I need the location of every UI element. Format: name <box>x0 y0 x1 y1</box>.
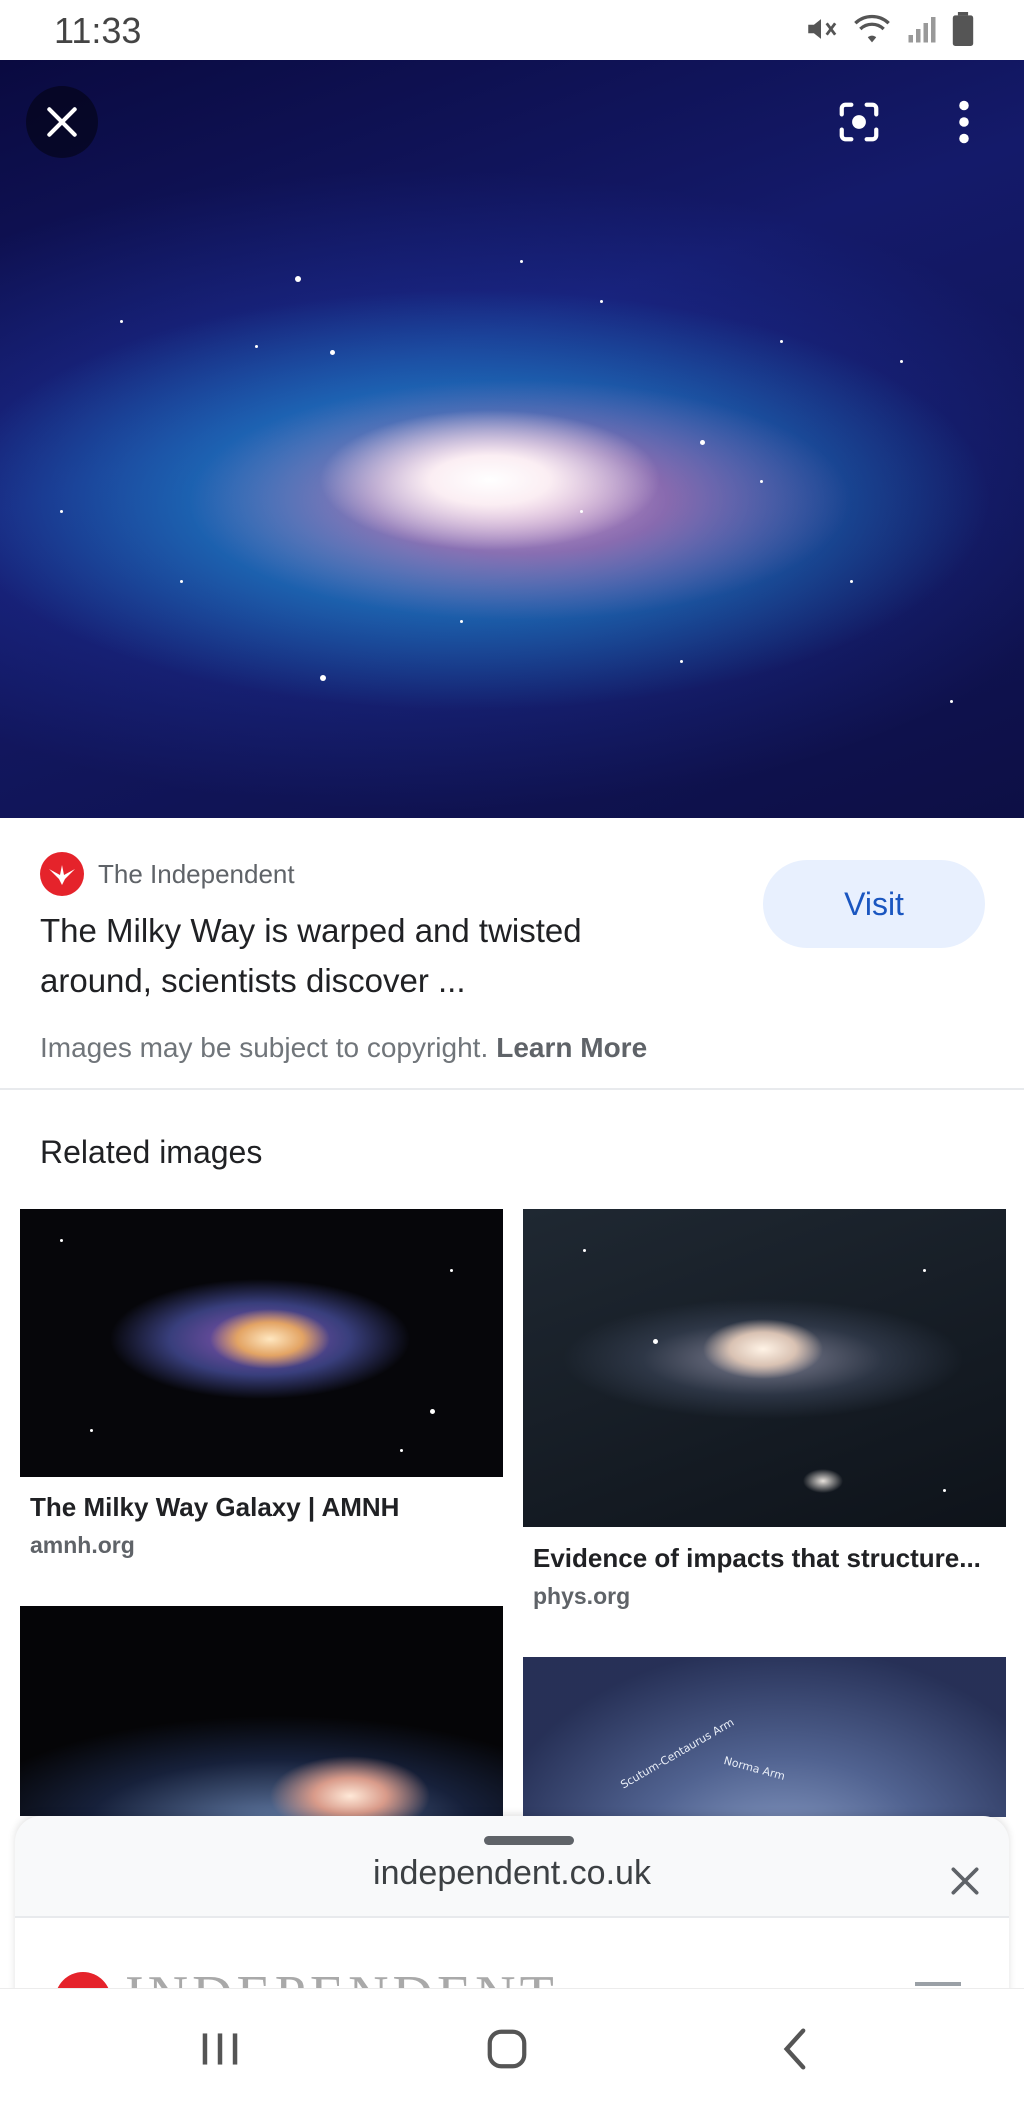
close-icon <box>47 107 77 137</box>
hero-image[interactable] <box>0 60 1024 818</box>
mute-icon <box>808 19 837 39</box>
related-domain-1: amnh.org <box>30 1532 135 1558</box>
related-image-3[interactable] <box>20 1606 503 1816</box>
diagram-label-norma: Norma Arm <box>722 1754 787 1783</box>
related-title-2[interactable]: Evidence of impacts that structure... <box>533 1543 981 1574</box>
status-time: 11:33 <box>54 10 142 51</box>
status-bar: 11:33 <box>0 0 1024 60</box>
independent-logo-icon <box>40 852 84 896</box>
close-icon <box>951 1867 979 1895</box>
home-button[interactable] <box>477 2019 537 2079</box>
wifi-icon <box>854 14 890 43</box>
copyright-text: Images may be subject to copyright. <box>40 1032 489 1063</box>
lens-button[interactable] <box>823 86 895 158</box>
sheet-close-button[interactable] <box>945 1861 985 1901</box>
status-icons <box>804 12 974 46</box>
back-button[interactable] <box>764 2019 824 2079</box>
related-image-1[interactable] <box>20 1209 503 1477</box>
sheet-url: independent.co.uk <box>373 1854 651 1892</box>
sheet-drag-handle[interactable] <box>484 1836 574 1845</box>
related-images-heading: Related images <box>40 1134 263 1170</box>
more-options-button[interactable] <box>928 86 1000 158</box>
related-title-1[interactable]: The Milky Way Galaxy | AMNH <box>30 1492 399 1523</box>
diagram-label-scutum: Scutum-Centaurus Arm <box>618 1715 737 1792</box>
battery-icon <box>952 12 974 46</box>
signal-icon <box>908 17 936 43</box>
close-button[interactable] <box>26 86 98 158</box>
source-row[interactable]: The Independent <box>40 852 295 896</box>
recents-icon <box>202 2033 238 2065</box>
source-name: The Independent <box>98 858 295 889</box>
related-domain-2: phys.org <box>533 1583 631 1609</box>
related-image-4[interactable]: Scutum-Centaurus Arm Norma Arm <box>523 1657 1006 1817</box>
visit-button[interactable]: Visit <box>763 860 985 948</box>
back-icon <box>783 2028 806 2070</box>
related-image-2[interactable] <box>523 1209 1006 1527</box>
menu-icon <box>915 1982 961 1986</box>
lens-icon <box>839 102 879 142</box>
more-vertical-icon <box>959 100 969 144</box>
learn-more-link[interactable]: Learn More <box>496 1032 647 1063</box>
home-icon <box>487 2029 527 2069</box>
recent-apps-button[interactable] <box>190 2019 250 2079</box>
website-preview-sheet[interactable]: independent.co.uk INDEPENDENT <box>15 1816 1009 2006</box>
copyright-notice: Images may be subject to copyright. Learn… <box>40 1032 647 1064</box>
system-nav-bar <box>0 1988 1024 2104</box>
divider <box>0 1088 1024 1090</box>
result-title[interactable]: The Milky Way is warped and twisted arou… <box>40 906 700 1006</box>
